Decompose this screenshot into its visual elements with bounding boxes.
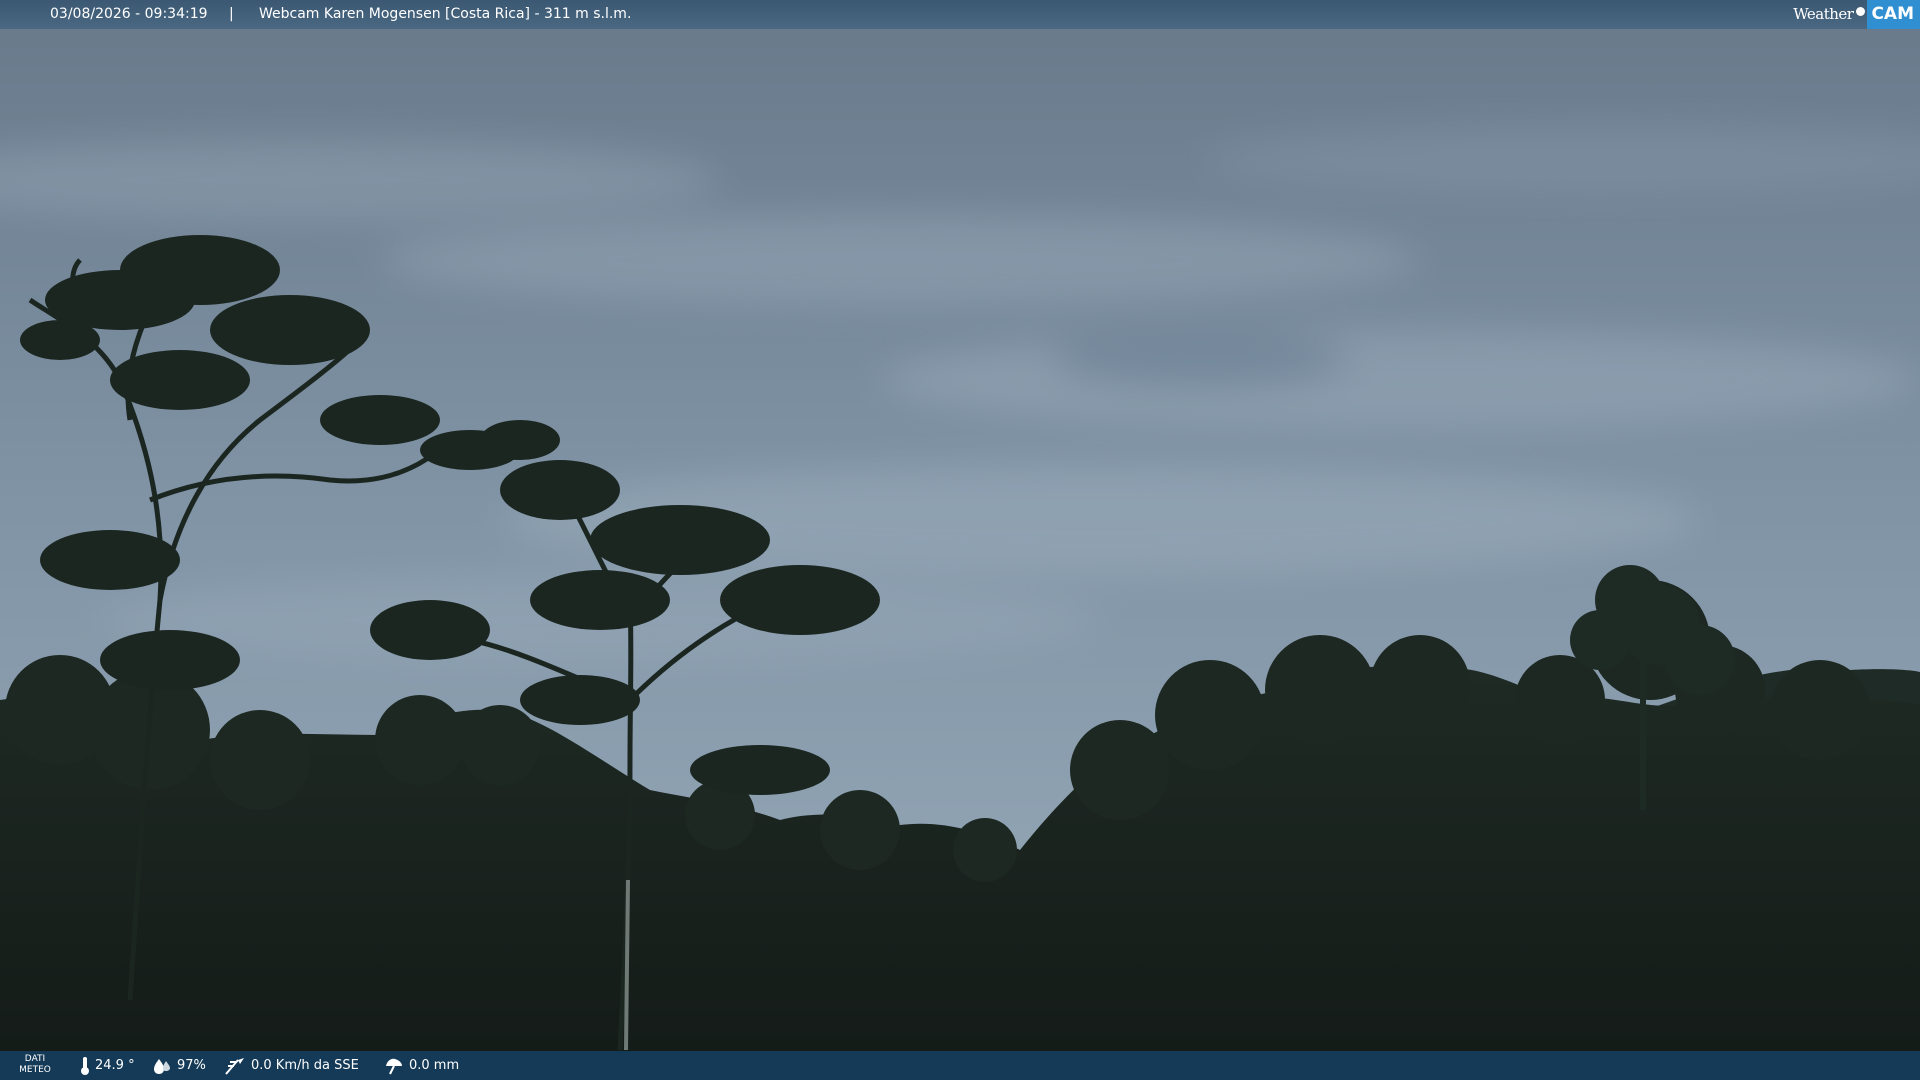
- trunk-highlight: [624, 879, 630, 1051]
- webcam-frame: 03/08/2026 - 09:34:19 | Webcam Karen Mog…: [0, 0, 1920, 1080]
- webcam-image: [0, 0, 1920, 1080]
- thermometer-icon: [81, 1056, 89, 1075]
- weathercam-logo: Weather CAM: [1793, 0, 1920, 29]
- humidity-value: 97%: [177, 1058, 206, 1073]
- logo-word: Weather: [1793, 5, 1854, 23]
- humidity-drop-icon: [154, 1058, 170, 1074]
- dati-label: DATI: [24, 1054, 46, 1064]
- wind-icon: [225, 1057, 244, 1075]
- timestamp: 03/08/2026 - 09:34:19: [50, 6, 208, 22]
- meteo-label: METEO: [19, 1065, 51, 1075]
- weather-data-bar: DATI METEO 24.9 ° 97% 0.0 Km/h da SSE 0.…: [0, 1051, 1920, 1080]
- rain-value: 0.0 mm: [409, 1058, 460, 1073]
- temperature-metric: 24.9 °: [80, 1051, 135, 1080]
- dati-meteo-label: DATI METEO: [18, 1054, 52, 1076]
- rain-metric: 0.0 mm: [384, 1051, 459, 1080]
- webcam-title: Webcam Karen Mogensen [Costa Rica] - 311…: [259, 6, 632, 22]
- humidity-metric: 97%: [152, 1051, 206, 1080]
- logo-dot-icon: [1856, 7, 1866, 16]
- top-info-bar: 03/08/2026 - 09:34:19 | Webcam Karen Mog…: [0, 0, 1920, 29]
- wind-metric: 0.0 Km/h da SSE: [224, 1051, 359, 1080]
- header-separator: |: [229, 6, 234, 22]
- wind-value: 0.0 Km/h da SSE: [251, 1058, 359, 1073]
- temperature-value: 24.9 °: [95, 1058, 135, 1073]
- logo-cam: CAM: [1867, 0, 1920, 29]
- rain-umbrella-icon: [386, 1058, 402, 1074]
